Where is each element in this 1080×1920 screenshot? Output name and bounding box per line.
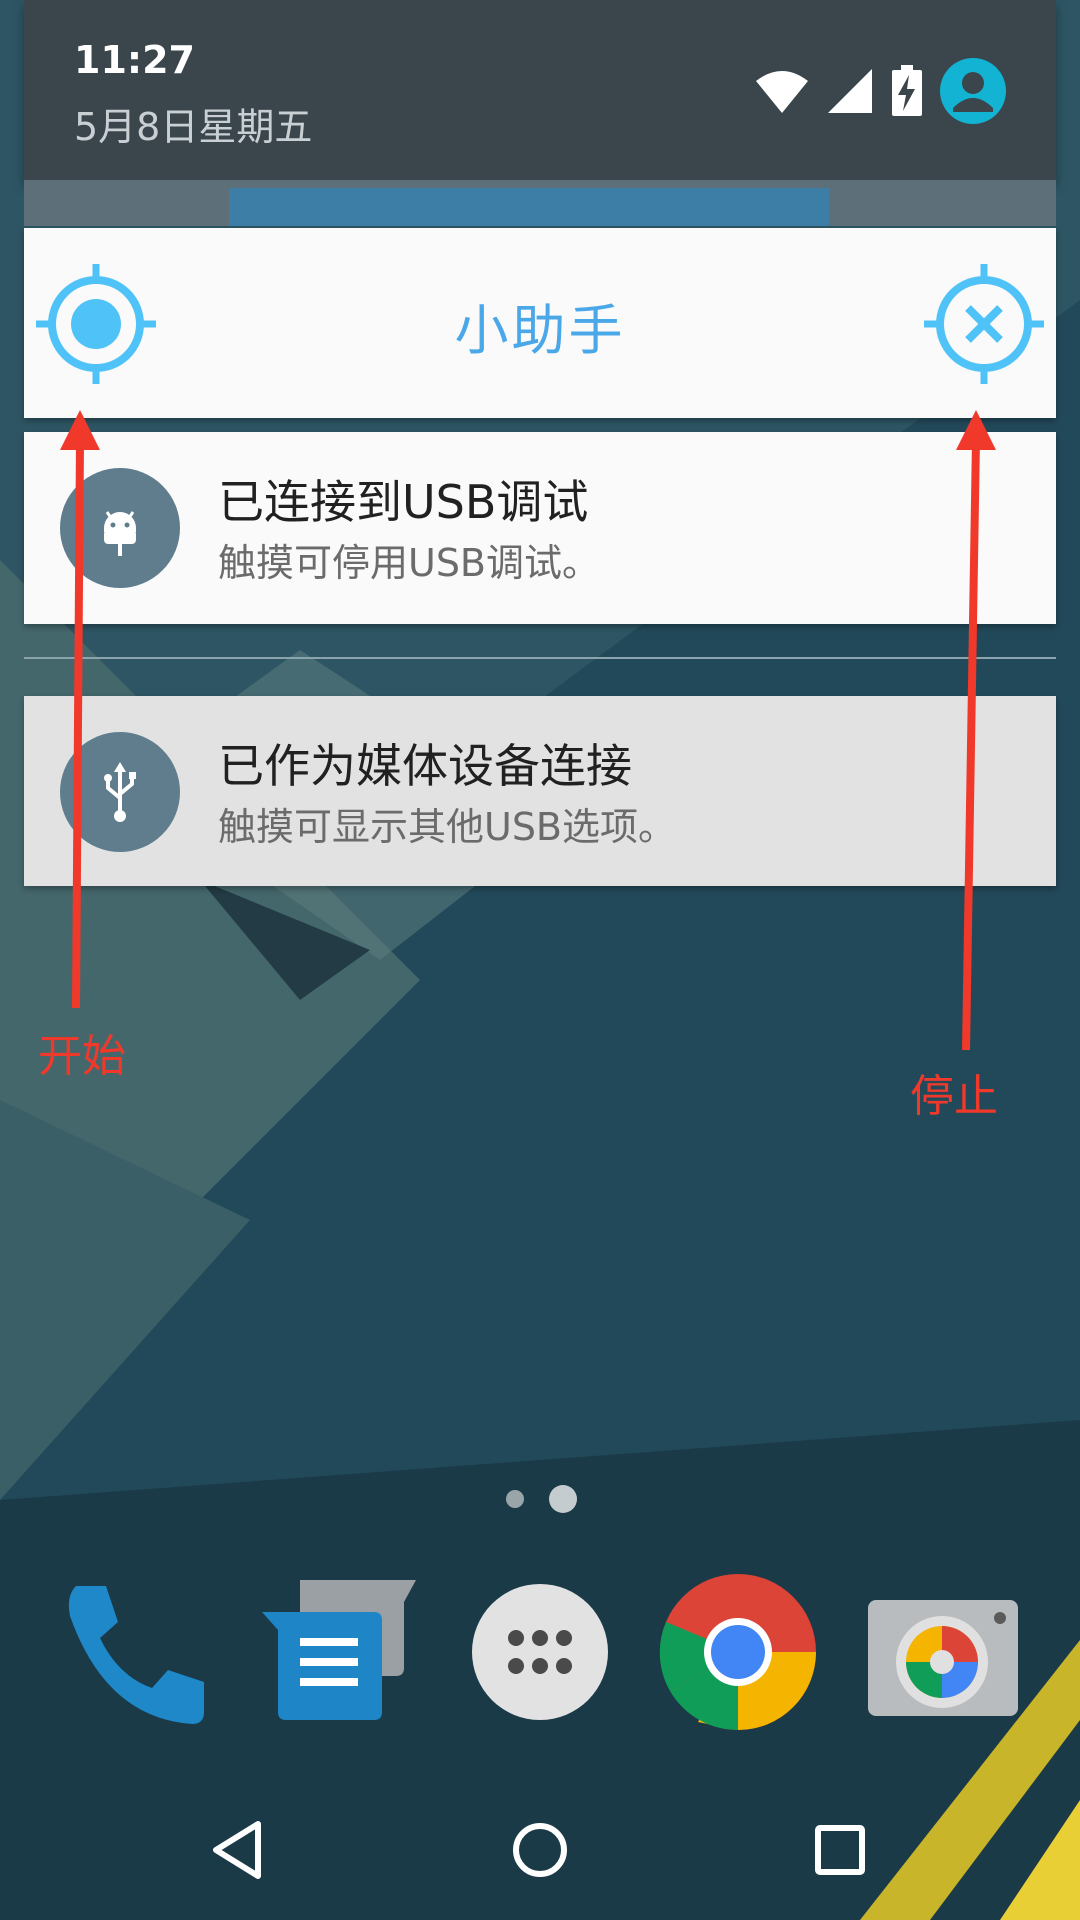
app-drawer-icon[interactable] [460, 1572, 620, 1732]
home-icon[interactable] [500, 1810, 580, 1890]
back-icon[interactable] [200, 1810, 280, 1890]
page-indicator-dot [506, 1490, 524, 1508]
stop-annotation-label: 停止 [910, 1071, 998, 1122]
recents-icon[interactable] [800, 1810, 880, 1890]
camera-icon[interactable] [862, 1572, 1022, 1732]
stop-arrow [956, 410, 996, 1051]
messaging-icon[interactable] [256, 1572, 416, 1732]
chrome-icon[interactable] [658, 1572, 818, 1732]
start-annotation-label: 开始 [38, 1031, 126, 1082]
start-arrow [60, 410, 100, 1009]
page-indicator-dot-active [549, 1485, 577, 1513]
phone-icon[interactable] [56, 1572, 216, 1732]
